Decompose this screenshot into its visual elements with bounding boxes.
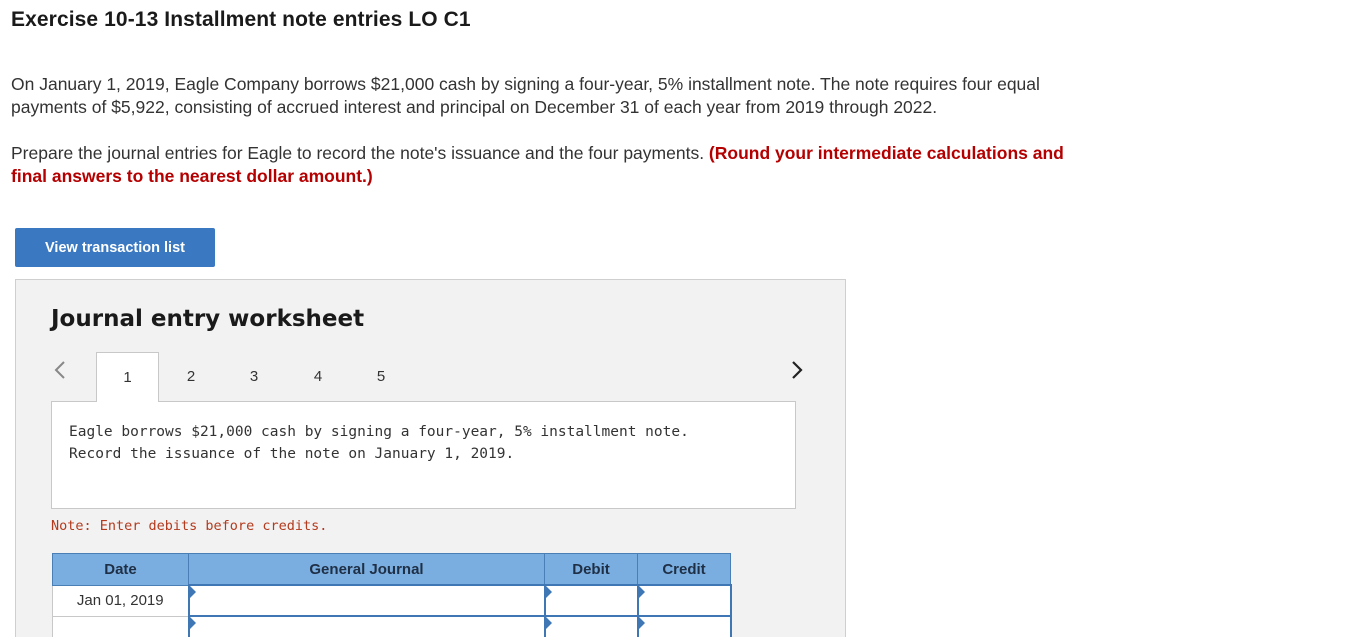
input-marker-icon bbox=[638, 617, 645, 629]
instructions-text: Prepare the journal entries for Eagle to… bbox=[11, 143, 709, 163]
date-cell bbox=[52, 615, 189, 637]
rounding-warning-line-2: final answers to the nearest dollar amou… bbox=[11, 166, 373, 186]
rounding-warning-line-1: (Round your intermediate calculations an… bbox=[708, 143, 1064, 163]
exercise-page: Exercise 10-13 Installment note entries … bbox=[0, 0, 1357, 637]
column-header-general-journal: General Journal bbox=[188, 553, 545, 586]
chevron-left-icon bbox=[54, 360, 66, 385]
journal-entry-worksheet: Journal entry worksheet 1 2 3 4 5 Eagle … bbox=[15, 279, 846, 637]
account-input[interactable] bbox=[187, 615, 546, 637]
dropdown-marker-icon bbox=[189, 586, 196, 598]
entry-description-line-1: Eagle borrows $21,000 cash by signing a … bbox=[69, 424, 689, 440]
table-row bbox=[52, 615, 732, 637]
tab-entry-1[interactable]: 1 bbox=[96, 352, 159, 402]
entry-description: Eagle borrows $21,000 cash by signing a … bbox=[69, 421, 689, 465]
next-entry-button[interactable] bbox=[787, 360, 807, 384]
input-marker-icon bbox=[545, 586, 552, 598]
instructions: Prepare the journal entries for Eagle to… bbox=[11, 142, 1191, 188]
column-header-date: Date bbox=[52, 553, 189, 586]
chevron-right-icon bbox=[791, 360, 803, 385]
tab-entry-2[interactable]: 2 bbox=[161, 352, 221, 401]
journal-table-header-row: Date General Journal Debit Credit bbox=[52, 553, 731, 586]
tab-entry-4[interactable]: 4 bbox=[288, 352, 348, 401]
entry-description-box: Eagle borrows $21,000 cash by signing a … bbox=[51, 401, 796, 509]
problem-statement-line-2: payments of $5,922, consisting of accrue… bbox=[11, 97, 938, 117]
page-title: Exercise 10-13 Installment note entries … bbox=[11, 8, 471, 31]
view-transaction-list-button[interactable]: View transaction list bbox=[15, 228, 215, 267]
worksheet-title: Journal entry worksheet bbox=[51, 306, 365, 332]
date-cell: Jan 01, 2019 bbox=[52, 584, 189, 617]
credit-input[interactable] bbox=[636, 615, 732, 637]
problem-statement: On January 1, 2019, Eagle Company borrow… bbox=[11, 73, 1191, 119]
debit-input[interactable] bbox=[543, 615, 639, 637]
entry-description-line-2: Record the issuance of the note on Janua… bbox=[69, 446, 515, 462]
previous-entry-button[interactable] bbox=[50, 360, 70, 384]
input-marker-icon bbox=[545, 617, 552, 629]
debit-input[interactable] bbox=[543, 584, 639, 617]
account-input[interactable] bbox=[187, 584, 546, 617]
column-header-debit: Debit bbox=[544, 553, 638, 586]
problem-statement-line-1: On January 1, 2019, Eagle Company borrow… bbox=[11, 74, 1040, 94]
input-marker-icon bbox=[638, 586, 645, 598]
dropdown-marker-icon bbox=[189, 617, 196, 629]
credit-input[interactable] bbox=[636, 584, 732, 617]
debit-credit-note: Note: Enter debits before credits. bbox=[51, 518, 328, 534]
table-row: Jan 01, 2019 bbox=[52, 584, 732, 617]
tab-entry-3[interactable]: 3 bbox=[224, 352, 284, 401]
column-header-credit: Credit bbox=[637, 553, 731, 586]
journal-table: Date General Journal Debit Credit Jan 01… bbox=[52, 553, 732, 637]
tab-entry-5[interactable]: 5 bbox=[351, 352, 411, 401]
